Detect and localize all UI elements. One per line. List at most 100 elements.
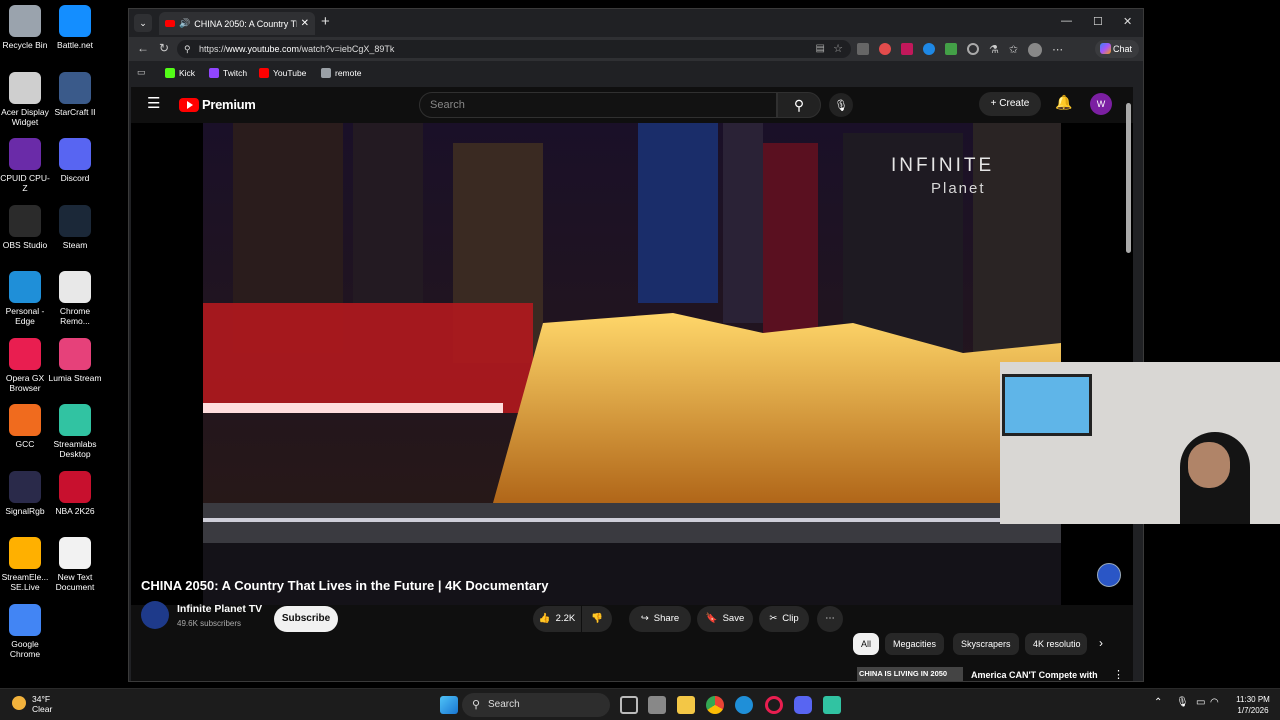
file-explorer-icon[interactable] xyxy=(677,696,695,714)
bookmark-youtube[interactable]: YouTube xyxy=(259,68,306,78)
desktop-shortcut[interactable]: Google Chrome xyxy=(0,603,52,659)
discord-icon[interactable] xyxy=(794,696,812,714)
chrome-icon[interactable] xyxy=(706,696,724,714)
desktop-shortcut[interactable]: Battle.net xyxy=(48,5,102,50)
bookmark-toggle-icon[interactable]: ▭ xyxy=(137,67,146,78)
widgets-icon[interactable] xyxy=(648,696,666,714)
tray-network-icon[interactable]: ◠ xyxy=(1210,697,1219,708)
bookmark-kick[interactable]: Kick xyxy=(165,68,195,78)
desktop-shortcut[interactable]: Personal - Edge xyxy=(0,271,52,326)
refresh-icon[interactable]: ↻ xyxy=(159,41,169,55)
search-button[interactable]: ⚲ xyxy=(777,92,821,118)
recommended-title[interactable]: America CAN'T Compete with China's High-… xyxy=(971,669,1101,681)
close-window-icon[interactable]: ✕ xyxy=(1123,15,1132,28)
tray-chevron-icon[interactable]: ⌃ xyxy=(1154,697,1162,708)
like-button[interactable]: 👍 2.2K xyxy=(533,606,581,632)
extension-icon[interactable] xyxy=(923,43,935,55)
tray-display-icon[interactable]: ▭ xyxy=(1196,697,1205,708)
clip-button[interactable]: ✂ Clip xyxy=(759,606,809,632)
search-input[interactable]: Search xyxy=(419,92,777,118)
lumia-icon xyxy=(59,337,91,370)
taskbar-search[interactable]: ⚲ Search xyxy=(462,693,610,717)
start-windows-icon[interactable] xyxy=(440,696,458,714)
desktop-shortcut[interactable]: Acer Display Widget xyxy=(0,71,52,127)
share-button[interactable]: ↪ Share xyxy=(629,606,691,632)
extension-icon[interactable] xyxy=(945,43,957,55)
subscribe-button[interactable]: Subscribe xyxy=(274,606,338,632)
tray-mic-icon[interactable]: 🎙 xyxy=(1176,697,1189,708)
bookmark-remote[interactable]: remote xyxy=(321,68,361,78)
channel-watermark-globe-icon[interactable] xyxy=(1097,563,1121,587)
discord-icon xyxy=(59,138,91,170)
desktop-shortcut-label: Discord xyxy=(60,173,90,183)
close-tab-icon[interactable]: ✕ xyxy=(301,18,309,29)
profile-icon[interactable] xyxy=(1028,43,1043,57)
desktop-shortcut[interactable]: CPUID CPU-Z xyxy=(0,138,52,193)
favorites-icon[interactable]: ✩ xyxy=(1009,43,1018,57)
chip-skyscrapers[interactable]: Skyscrapers xyxy=(953,633,1019,655)
desktop-shortcut[interactable]: SignalRgb xyxy=(0,470,52,516)
video-frame[interactable]: INFINITE Planet xyxy=(203,123,1061,605)
youtube-logo[interactable]: Premium xyxy=(179,97,256,112)
minimize-icon[interactable]: — xyxy=(1061,15,1072,27)
voice-search-button[interactable]: 🎙 xyxy=(829,93,853,117)
weather-widget[interactable]: 34°F Clear xyxy=(12,694,52,714)
site-info-icon[interactable]: ⚲ xyxy=(184,40,191,58)
desktop-shortcut[interactable]: NBA 2K26 xyxy=(48,470,102,516)
chip-megacities[interactable]: Megacities xyxy=(885,633,945,655)
account-avatar[interactable]: W xyxy=(1090,93,1112,115)
system-clock[interactable]: 11:30 PM 1/7/2026 xyxy=(1232,694,1274,716)
notifications-bell-icon[interactable]: 🔔 xyxy=(1055,94,1072,111)
desktop-shortcut[interactable]: Opera GX Browser xyxy=(0,337,52,393)
tab-active[interactable]: 🔊 CHINA 2050: A Country That L ✕ xyxy=(159,12,315,35)
favorite-star-icon[interactable]: ☆ xyxy=(833,40,843,58)
url-bar[interactable]: ⚲ https://www.youtube.com/watch?v=iebCgX… xyxy=(177,40,851,58)
streamlabs-icon[interactable] xyxy=(823,696,841,714)
extension-icon[interactable]: ⚗ xyxy=(989,43,999,57)
desktop-shortcut-label: New Text Document xyxy=(55,572,95,592)
desktop-shortcut[interactable]: Steam xyxy=(48,204,102,250)
copilot-icon xyxy=(1100,43,1111,54)
hamburger-menu-icon[interactable]: ☰ xyxy=(147,94,160,112)
task-view-icon[interactable] xyxy=(620,696,638,714)
channel-avatar[interactable] xyxy=(141,601,169,629)
desktop-shortcut[interactable]: Recycle Bin xyxy=(0,5,52,50)
recommended-thumbnail[interactable]: CHINA IS LIVING IN 2050 xyxy=(857,667,963,681)
extension-icon[interactable] xyxy=(901,43,913,55)
search-icon: ⚲ xyxy=(472,699,481,711)
desktop-shortcut[interactable]: StreamEle... SE.Live xyxy=(0,537,52,592)
desktop-shortcut[interactable]: New Text Document xyxy=(48,537,102,592)
extension-icon[interactable] xyxy=(967,43,979,55)
desktop-shortcut[interactable]: StarCraft II xyxy=(48,71,102,117)
opera-gx-icon[interactable] xyxy=(765,696,783,714)
tab-list-button[interactable]: ⌄ xyxy=(134,14,152,32)
chip-all[interactable]: All xyxy=(853,633,880,655)
speaker-icon[interactable]: 🔊 xyxy=(179,18,190,29)
video-player[interactable]: INFINITE Planet xyxy=(131,123,1133,605)
save-button[interactable]: 🔖 Save xyxy=(697,606,753,632)
extension-icon[interactable] xyxy=(879,43,891,55)
extension-icon[interactable] xyxy=(857,43,869,55)
reader-icon[interactable]: ▤ xyxy=(816,40,825,58)
more-menu-icon[interactable]: ⋯ xyxy=(1052,43,1063,57)
watermark-infinite: INFINITE xyxy=(891,155,994,176)
chip-4k-resolution[interactable]: 4K resolutio xyxy=(1025,633,1087,655)
channel-name[interactable]: Infinite Planet TV xyxy=(177,603,262,615)
more-actions-button[interactable]: ⋯ xyxy=(817,606,843,632)
maximize-icon[interactable]: ☐ xyxy=(1093,15,1103,28)
chips-next-icon[interactable]: › xyxy=(1099,636,1103,650)
scrollbar-thumb[interactable] xyxy=(1126,103,1131,253)
desktop-shortcut[interactable]: Discord xyxy=(48,138,102,183)
bookmark-twitch[interactable]: Twitch xyxy=(209,68,247,78)
create-button[interactable]: + Create xyxy=(979,92,1041,116)
dislike-button[interactable]: 👎 xyxy=(582,606,612,632)
chat-button[interactable]: Chat xyxy=(1095,40,1139,58)
desktop-shortcut[interactable]: Lumia Stream xyxy=(48,337,102,383)
desktop-shortcut[interactable]: Chrome Remo... xyxy=(48,271,102,326)
desktop-shortcut[interactable]: OBS Studio xyxy=(0,204,52,250)
edge-icon[interactable] xyxy=(735,696,753,714)
back-icon[interactable]: ← xyxy=(137,41,149,55)
desktop-shortcut[interactable]: GCC xyxy=(0,404,52,449)
new-tab-button[interactable]: + xyxy=(321,13,330,30)
desktop-shortcut[interactable]: Streamlabs Desktop xyxy=(48,404,102,459)
